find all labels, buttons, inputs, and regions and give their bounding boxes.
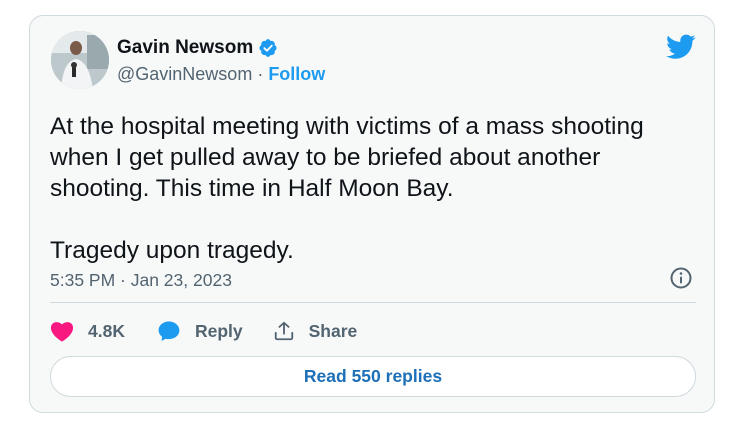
avatar[interactable] (51, 31, 109, 89)
tweet-text: At the hospital meeting with victims of … (50, 113, 644, 264)
share-icon (274, 321, 293, 341)
action-bar: 4.8K Reply Share (50, 318, 387, 344)
read-replies-button[interactable]: Read 550 replies (50, 356, 696, 397)
speech-bubble-icon (158, 321, 180, 341)
author-name[interactable]: Gavin Newsom (117, 37, 253, 59)
heart-icon (50, 322, 74, 342)
author-name-row: Gavin Newsom (117, 37, 278, 59)
twitter-bird-icon[interactable] (666, 34, 696, 60)
share-label: Share (308, 320, 358, 341)
info-icon[interactable] (669, 266, 693, 290)
reply-button[interactable]: Reply (157, 319, 243, 343)
like-button[interactable]: 4.8K (50, 320, 125, 342)
like-count: 4.8K (88, 320, 125, 341)
author-handle[interactable]: @GavinNewsom (117, 64, 252, 84)
tweet-card[interactable]: Gavin Newsom @GavinNewsom · Follow At th… (29, 15, 715, 413)
tweet-timestamp[interactable]: 5:35 PM · Jan 23, 2023 (50, 270, 232, 291)
reply-label: Reply (194, 320, 243, 341)
avatar-photo (51, 31, 109, 89)
handle-separator: · (252, 64, 269, 84)
follow-button[interactable]: Follow (268, 64, 325, 84)
divider (50, 302, 696, 303)
verified-badge-icon (258, 38, 278, 58)
author-handle-row: @GavinNewsom · Follow (117, 64, 325, 85)
share-button[interactable]: Share (273, 320, 358, 342)
